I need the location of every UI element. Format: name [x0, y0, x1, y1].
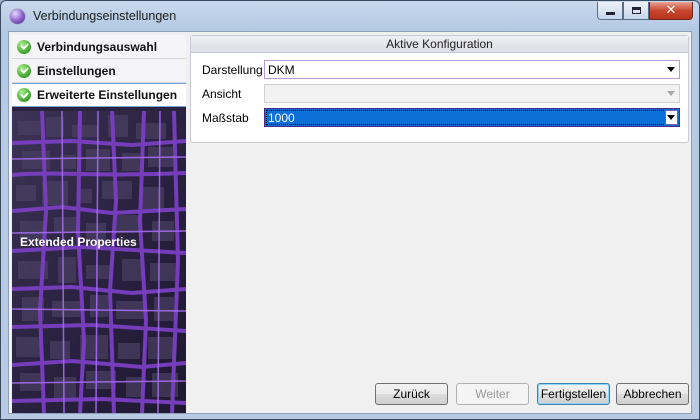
- title-bar[interactable]: Verbindungseinstellungen ✕: [1, 1, 699, 31]
- dialog-client-area: Verbindungsauswahl Einstellungen Erweite…: [8, 31, 692, 414]
- wizard-sidebar: Verbindungsauswahl Einstellungen Erweite…: [12, 35, 186, 413]
- ansicht-select[interactable]: [264, 84, 680, 103]
- minimize-button[interactable]: [597, 2, 623, 20]
- caption-buttons: ✕: [597, 2, 693, 20]
- wizard-button-bar: Zurück Weiter Fertigstellen Abbrechen: [190, 377, 689, 413]
- step-verbindungsauswahl[interactable]: Verbindungsauswahl: [12, 35, 186, 59]
- dialog-window: Verbindungseinstellungen ✕ Verbindungsau…: [0, 0, 700, 420]
- cancel-button[interactable]: Abbrechen: [616, 383, 689, 405]
- step-einstellungen[interactable]: Einstellungen: [12, 59, 186, 83]
- wizard-steps: Verbindungsauswahl Einstellungen Erweite…: [12, 35, 186, 107]
- app-orb-icon: [10, 9, 25, 24]
- check-circle-icon: [17, 39, 31, 54]
- finish-button[interactable]: Fertigstellen: [537, 383, 610, 405]
- back-button[interactable]: Zurück: [375, 383, 448, 405]
- chevron-down-icon[interactable]: [667, 67, 675, 72]
- darstellung-select[interactable]: DKM: [264, 60, 680, 79]
- close-icon: ✕: [665, 3, 677, 18]
- step-erweiterte-einstellungen[interactable]: Erweiterte Einstellungen: [12, 83, 186, 107]
- check-circle-icon: [17, 63, 31, 78]
- check-circle-icon: [17, 88, 31, 102]
- massstab-row: Maßstab 1000: [202, 108, 680, 128]
- maximize-button[interactable]: [623, 2, 649, 20]
- maximize-icon: [631, 7, 641, 14]
- step-label: Einstellungen: [37, 63, 116, 78]
- massstab-value: 1000: [268, 111, 295, 125]
- darstellung-label: Darstellung: [202, 63, 263, 77]
- massstab-label: Maßstab: [202, 111, 249, 125]
- darstellung-value: DKM: [268, 63, 295, 77]
- ansicht-row: Ansicht: [202, 84, 680, 104]
- window-title: Verbindungseinstellungen: [33, 9, 177, 23]
- darstellung-row: Darstellung DKM: [202, 60, 680, 80]
- massstab-select[interactable]: 1000: [264, 108, 680, 127]
- step-label: Erweiterte Einstellungen: [37, 88, 178, 102]
- step-label: Verbindungsauswahl: [37, 39, 158, 54]
- dropdown-button[interactable]: [665, 110, 678, 125]
- sidebar-caption: Extended Properties: [20, 235, 137, 249]
- city-map-image: [12, 111, 186, 413]
- close-button[interactable]: ✕: [649, 2, 693, 20]
- chevron-down-icon[interactable]: [667, 91, 675, 96]
- panel-title: Aktive Konfiguration: [191, 36, 688, 53]
- ansicht-label: Ansicht: [202, 87, 242, 101]
- active-configuration-panel: Aktive Konfiguration Darstellung DKM Ans…: [190, 35, 689, 143]
- next-button[interactable]: Weiter: [456, 383, 529, 405]
- chevron-down-icon: [667, 115, 675, 120]
- panel-title-text: Aktive Konfiguration: [386, 37, 493, 51]
- minimize-icon: [605, 12, 615, 15]
